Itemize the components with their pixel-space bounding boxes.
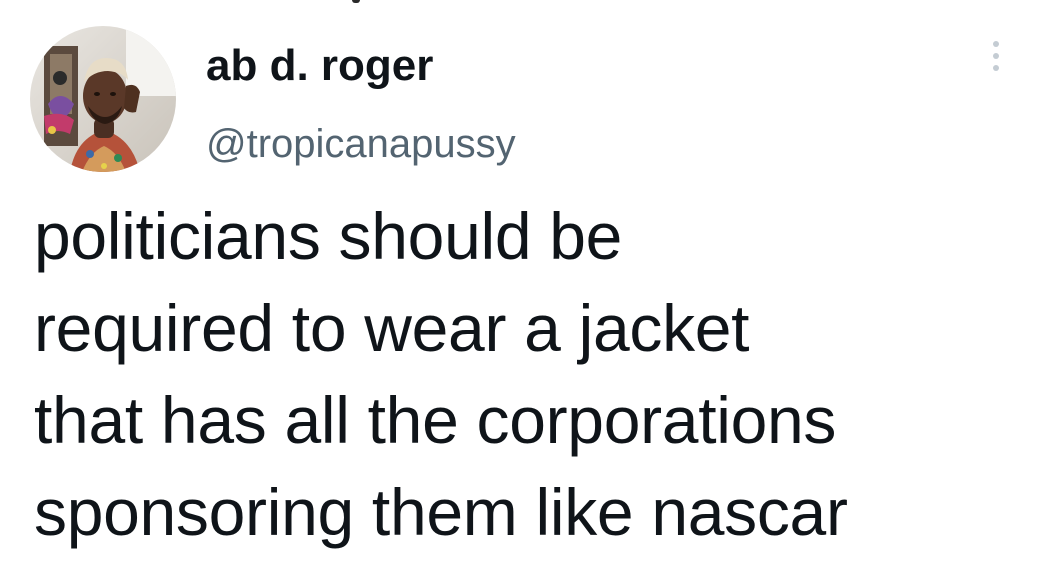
cropped-previous-content [352,0,360,3]
tweet-text-line: required to wear a jacket [34,291,750,365]
vertical-ellipsis-icon [993,65,999,71]
tweet-text: politicians should be required to wear a… [34,190,1034,558]
author-display-name[interactable]: ab d. roger [206,40,433,92]
vertical-ellipsis-icon [993,53,999,59]
tweet-text-line: politicians should be [34,199,623,273]
more-options-button[interactable] [988,30,1004,82]
tweet-text-line: that has all the corporations [34,383,837,457]
author-handle[interactable]: @tropicanapussy [206,120,516,168]
tweet-header: ab d. roger @tropicanapussy [30,26,1049,176]
tweet-text-line: sponsoring them like nascar [34,475,848,549]
avatar[interactable] [30,26,176,172]
vertical-ellipsis-icon [993,41,999,47]
avatar-photo-icon [30,26,176,172]
